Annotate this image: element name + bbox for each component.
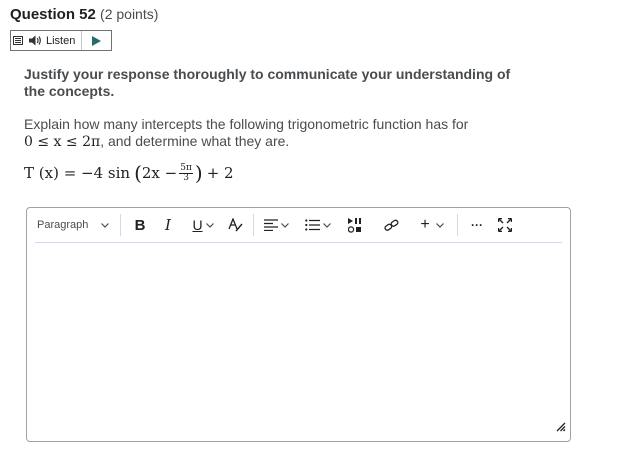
- listen-button[interactable]: Listen: [25, 31, 83, 50]
- formula-paren-open: (: [134, 161, 142, 185]
- prompt-main: Explain how many intercepts the followin…: [24, 116, 469, 132]
- plus-icon: +: [420, 216, 430, 233]
- toolbar-separator-line: [35, 242, 562, 243]
- align-button[interactable]: [261, 213, 291, 237]
- fraction-numerator: 5π: [179, 162, 193, 174]
- resize-grip-icon: [556, 422, 566, 432]
- chevron-down-icon: [101, 220, 109, 230]
- align-left-icon: [263, 219, 278, 231]
- menu-icon: [13, 36, 23, 45]
- text-color-button[interactable]: [224, 213, 246, 237]
- more-actions-button[interactable]: ···: [465, 213, 489, 237]
- format-select-label: Paragraph: [37, 219, 89, 231]
- function-formula: T (x) = −4 sin ( 2x − 5π 3 ) + 2: [24, 161, 524, 185]
- fullscreen-button[interactable]: [495, 213, 515, 237]
- instruction-text: Justify your response thoroughly to comm…: [24, 66, 511, 99]
- format-select[interactable]: Paragraph: [37, 213, 113, 237]
- bold-button[interactable]: B: [128, 213, 152, 237]
- prompt-text: Explain how many intercepts the followin…: [24, 116, 524, 151]
- chevron-down-icon: [323, 220, 331, 230]
- toolbar-divider: [253, 214, 254, 236]
- speaker-icon: [29, 35, 41, 46]
- play-icon: [92, 35, 102, 46]
- listen-menu-button[interactable]: [11, 31, 25, 50]
- formula-paren-close: ): [194, 161, 203, 185]
- insert-link-button[interactable]: [381, 213, 401, 237]
- prompt-range: 0 ≤ x ≤ 2π: [24, 134, 101, 150]
- italic-button[interactable]: I: [156, 213, 180, 237]
- insert-menu-button[interactable]: +: [417, 213, 447, 237]
- question-content: Justify your response thoroughly to comm…: [24, 66, 524, 185]
- expand-icon: [498, 218, 512, 232]
- formula-tail: + 2: [206, 164, 234, 182]
- formula-fraction: 5π 3: [179, 162, 193, 183]
- toolbar-divider: [457, 214, 458, 236]
- listen-label: Listen: [46, 34, 76, 47]
- chevron-down-icon: [280, 220, 289, 230]
- toolbar-divider: [120, 214, 121, 236]
- resize-handle[interactable]: [554, 419, 566, 437]
- chevron-down-icon: [205, 220, 214, 230]
- fraction-denominator: 3: [183, 172, 189, 183]
- insert-media-button[interactable]: [345, 213, 365, 237]
- editor-toolbar: Paragraph B I U + ···: [27, 208, 570, 242]
- link-icon: [383, 219, 398, 231]
- formula-lhs: T (x) = −4 sin: [24, 164, 131, 182]
- list-button[interactable]: [303, 213, 333, 237]
- media-icon: [347, 217, 361, 233]
- underline-label: U: [192, 217, 203, 233]
- question-title: Question 52: [10, 6, 96, 23]
- rich-text-editor[interactable]: Paragraph B I U + ···: [26, 207, 571, 442]
- prompt-suffix: , and determine what they are.: [100, 133, 290, 149]
- formula-inner: 2x −: [141, 164, 178, 182]
- underline-button[interactable]: U: [186, 213, 220, 237]
- play-button[interactable]: [82, 31, 111, 50]
- question-header: Question 52 (2 points): [10, 6, 158, 23]
- listen-toolbar: Listen: [10, 30, 112, 51]
- text-color-icon: [227, 218, 243, 232]
- chevron-down-icon: [435, 220, 444, 230]
- question-points: (2 points): [100, 6, 159, 22]
- bulleted-list-icon: [305, 219, 320, 231]
